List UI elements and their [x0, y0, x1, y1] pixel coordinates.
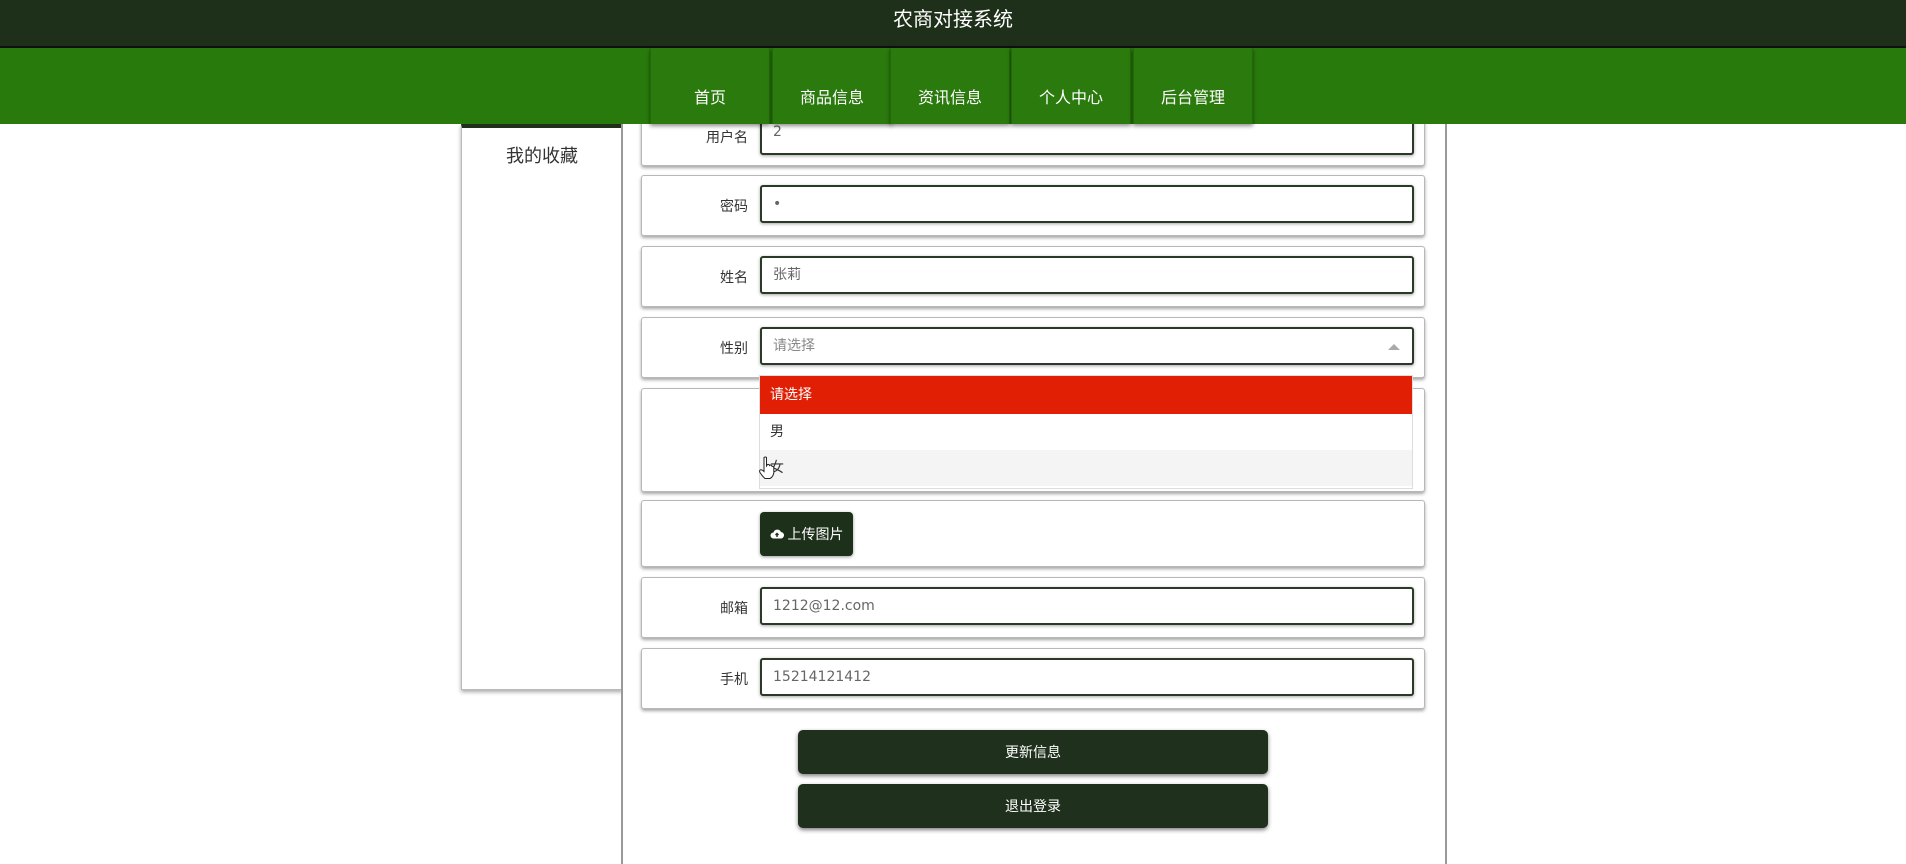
gender-option-placeholder[interactable]: 请选择 — [760, 376, 1412, 414]
upload-row: 上传图片 — [641, 500, 1425, 567]
app-title: 农商对接系统 — [893, 7, 1013, 31]
nav-item-news[interactable]: 资讯信息 — [890, 48, 1010, 124]
phone-label: 手机 — [720, 672, 748, 688]
gender-option-female[interactable]: 女 — [760, 450, 1412, 486]
chevron-up-icon — [1388, 344, 1400, 350]
email-input[interactable]: 1212@12.com — [760, 587, 1414, 625]
password-label: 密码 — [720, 199, 748, 215]
gender-select-value: 请选择 — [773, 338, 815, 354]
nav-item-personal-center[interactable]: 个人中心 — [1011, 48, 1131, 124]
upload-image-label: 上传图片 — [787, 527, 844, 543]
gender-row: 性别 请选择 — [641, 317, 1425, 378]
logout-button[interactable]: 退出登录 — [798, 784, 1268, 828]
update-info-button[interactable]: 更新信息 — [798, 730, 1268, 774]
phone-input[interactable]: 15214121412 — [760, 658, 1414, 696]
main-nav: 首页 商品信息 资讯信息 个人中心 后台管理 — [0, 48, 1906, 124]
name-label: 姓名 — [720, 270, 748, 286]
upload-image-button[interactable]: 上传图片 — [760, 512, 853, 556]
sidebar-item-favorites[interactable]: 我的收藏 — [462, 128, 622, 168]
password-input[interactable]: • — [760, 185, 1414, 223]
email-row: 邮箱 1212@12.com — [641, 577, 1425, 638]
gender-label: 性别 — [720, 341, 748, 357]
sidebar: 我的收藏 — [461, 124, 623, 690]
gender-select[interactable]: 请选择 — [760, 327, 1414, 365]
name-row: 姓名 张莉 — [641, 246, 1425, 307]
name-input[interactable]: 张莉 — [760, 256, 1414, 294]
nav-item-home[interactable]: 首页 — [650, 48, 770, 124]
nav-item-admin[interactable]: 后台管理 — [1133, 48, 1253, 124]
email-label: 邮箱 — [720, 601, 748, 617]
phone-row: 手机 15214121412 — [641, 648, 1425, 709]
gender-dropdown: 请选择 男 女 — [759, 375, 1413, 489]
hand-cursor-icon — [759, 456, 775, 479]
cloud-upload-icon — [770, 529, 784, 539]
password-row: 密码 • — [641, 175, 1425, 236]
username-label: 用户名 — [706, 130, 748, 146]
gender-option-male[interactable]: 男 — [760, 414, 1412, 450]
nav-item-products[interactable]: 商品信息 — [772, 48, 892, 124]
app-header: 农商对接系统 — [0, 0, 1906, 48]
